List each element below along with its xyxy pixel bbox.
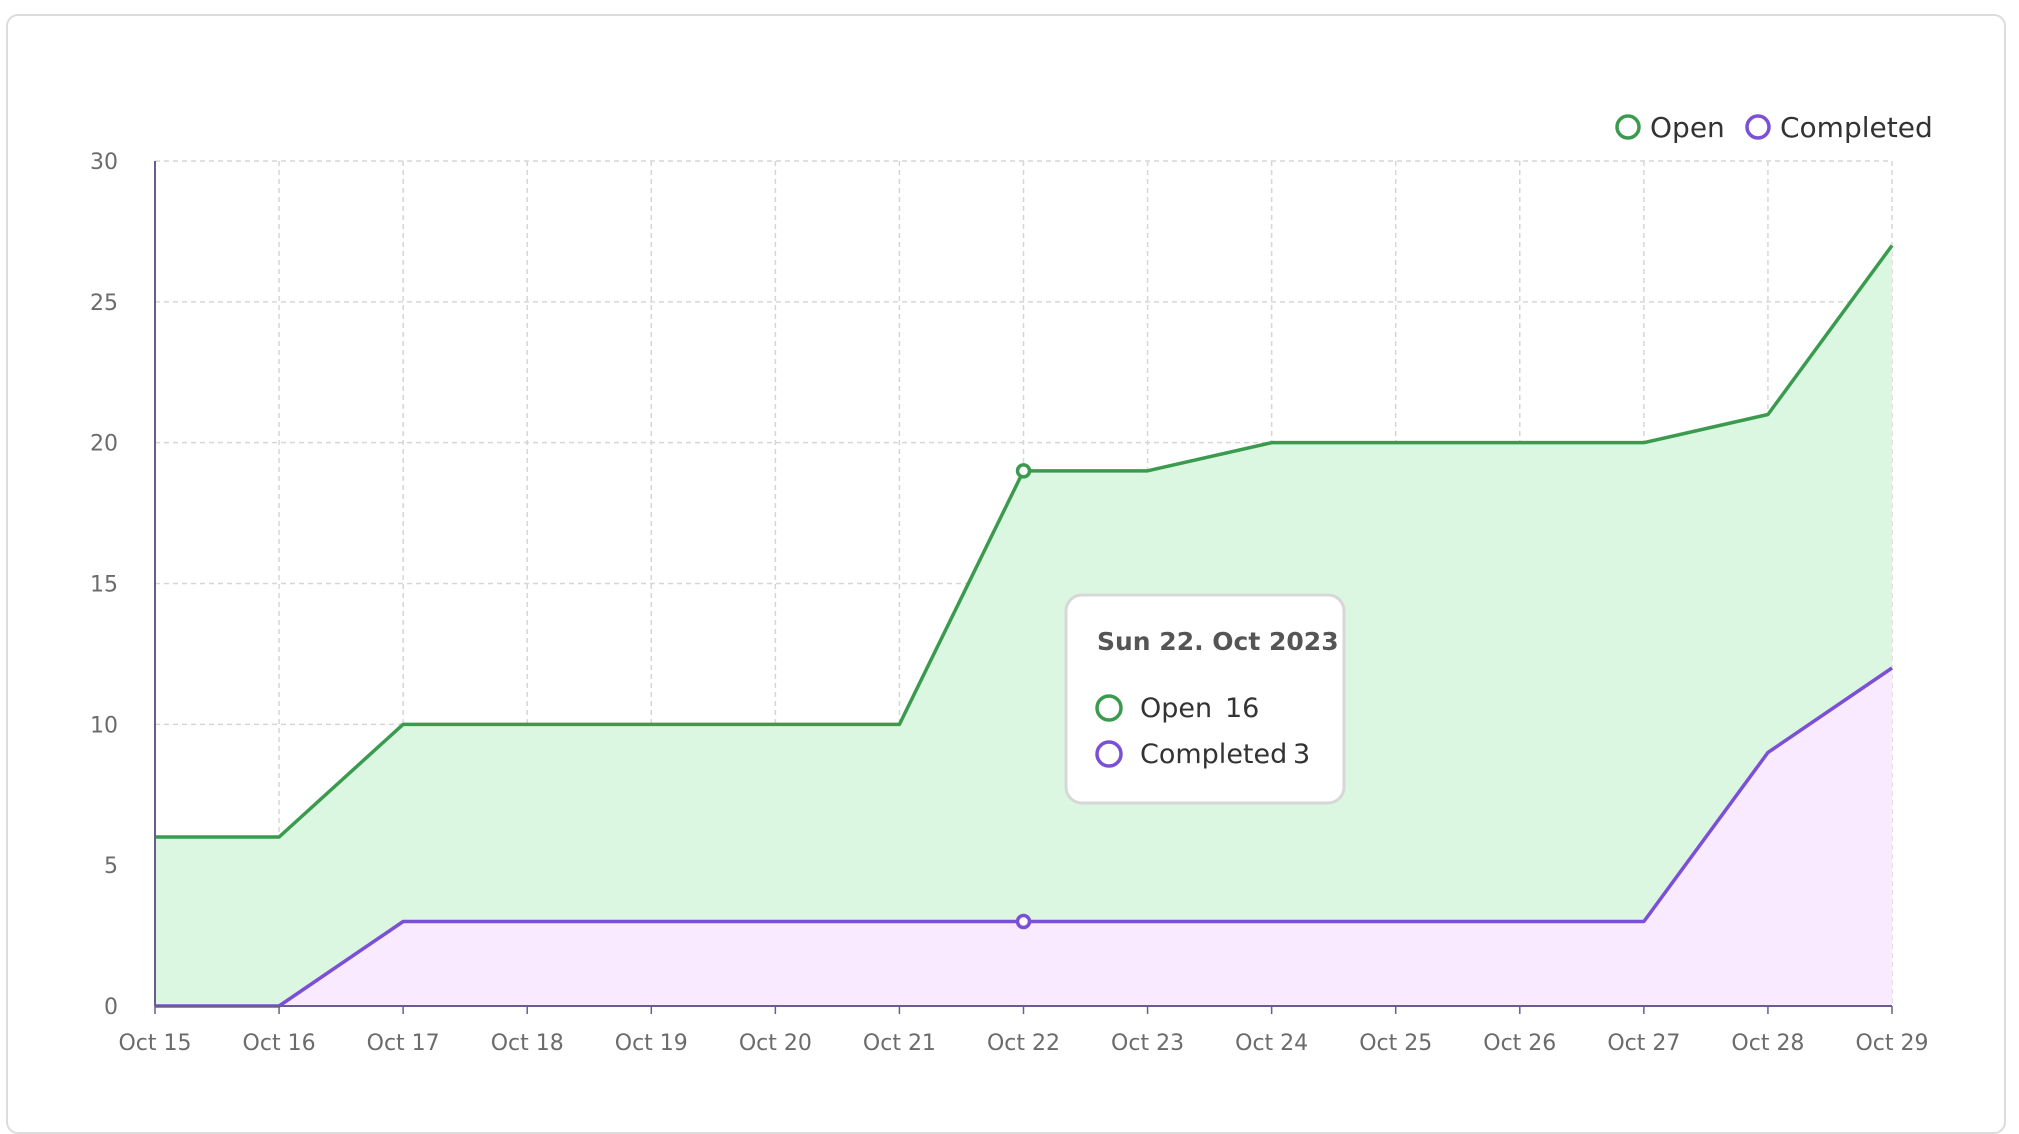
x-tick-label: Oct 29: [1855, 1031, 1928, 1056]
y-tick-label: 15: [90, 573, 118, 598]
stacked-area-chart: 0 5 10 15 20 25 30 Oct 15 Oct 16 Oct 17 Oct 18 Oct …: [90, 111, 1933, 1056]
hover-marker-completed: [1015, 913, 1032, 930]
legend-open-label: Open: [1650, 111, 1725, 144]
tooltip-title: Sun 22. Oct 2023: [1097, 627, 1339, 656]
x-tick-label: Oct 23: [1111, 1031, 1184, 1056]
x-tick-label: Oct 19: [615, 1031, 688, 1056]
y-tick-label: 30: [90, 150, 118, 175]
y-tick-label: 10: [90, 713, 118, 738]
tooltip-completed-value: 3: [1293, 739, 1310, 770]
x-tick-label: Oct 24: [1235, 1031, 1308, 1056]
legend: Open Completed: [1615, 111, 1933, 144]
x-tick-label: Oct 25: [1359, 1031, 1432, 1056]
x-tick-label: Oct 15: [118, 1031, 191, 1056]
tooltip-open-icon: [1095, 694, 1123, 722]
tooltip: Sun 22. Oct 2023 Open 16 Completed 3: [1064, 593, 1346, 805]
legend-item-open[interactable]: Open: [1615, 111, 1725, 144]
legend-item-completed[interactable]: Completed: [1745, 111, 1933, 144]
x-tick-label: Oct 28: [1731, 1031, 1804, 1056]
y-tick-label: 0: [104, 995, 118, 1020]
x-tick-label: Oct 27: [1607, 1031, 1680, 1056]
hover-marker-open: [1015, 463, 1032, 479]
y-tick-label: 25: [90, 291, 118, 316]
x-tick-label: Oct 22: [987, 1031, 1060, 1056]
x-tick-label: Oct 26: [1483, 1031, 1556, 1056]
tooltip-completed-label: Completed: [1140, 739, 1287, 770]
y-tick-label: 5: [104, 854, 118, 879]
tooltip-open-value: 16: [1225, 693, 1259, 724]
x-tick-label: Oct 21: [863, 1031, 936, 1056]
legend-open-icon: [1615, 114, 1641, 140]
x-tick-label: Oct 16: [243, 1031, 316, 1056]
x-tick-label: Oct 20: [739, 1031, 812, 1056]
x-tick-label: Oct 18: [491, 1031, 564, 1056]
y-tick-label: 20: [90, 432, 118, 457]
legend-completed-label: Completed: [1780, 111, 1933, 144]
legend-completed-icon: [1745, 114, 1771, 140]
tooltip-open-label: Open: [1140, 693, 1212, 724]
x-tick-label: Oct 17: [367, 1031, 440, 1056]
tooltip-completed-icon: [1095, 740, 1123, 768]
